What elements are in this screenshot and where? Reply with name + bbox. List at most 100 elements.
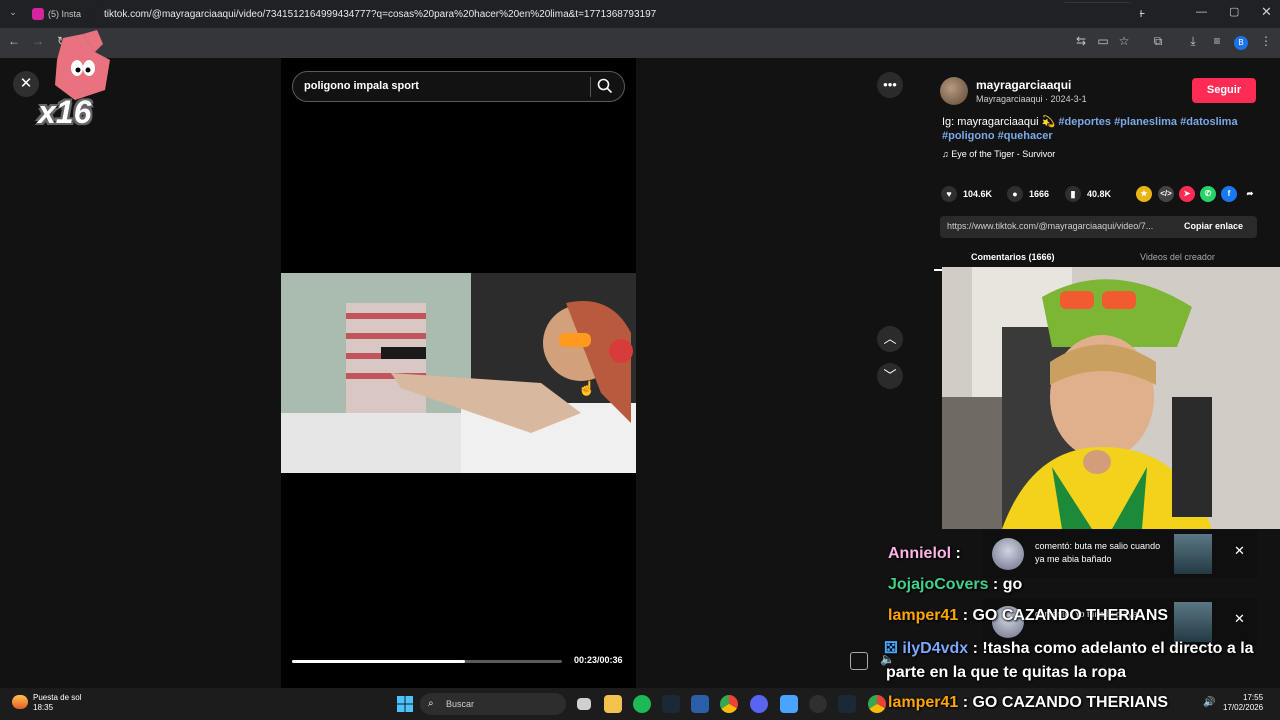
video-frame [281,273,636,473]
tab-search-icon[interactable]: ⌄ [6,7,20,21]
minimize-button[interactable]: — [1196,6,1207,18]
next-video-button[interactable]: ﹀ [877,363,903,389]
search-icon[interactable] [597,78,613,94]
hashtag[interactable]: #quehacer [998,130,1053,142]
more-options-button[interactable]: ••• [877,72,903,98]
profile-avatar[interactable]: B [1234,36,1248,50]
streamer-webcam [942,267,1280,529]
chrome-icon[interactable] [720,695,738,713]
discord-icon[interactable] [750,695,768,713]
sticker-multiplier-label: x16 [38,94,92,130]
hashtag[interactable]: #datoslima [1180,116,1237,128]
close-window-button[interactable]: ✕ [1261,4,1272,20]
steam-icon[interactable] [662,695,680,713]
webcam-illustration [942,267,1280,529]
save-stat[interactable]: ▮ 40.8K [1065,186,1111,202]
like-stat[interactable]: ♥ 104.6K [941,186,992,202]
chat-message: parte en la que te quitas la ropa [886,664,1127,681]
search-input[interactable]: poligono impala sport [292,71,625,102]
chat-line: lamper41 : GO CAZANDO THERIANS [888,607,1168,625]
downloads-icon[interactable]: ⤓ [1185,34,1201,49]
facebook-icon[interactable]: f [1221,186,1237,202]
weather-time: 18:35 [33,703,54,712]
system-clock[interactable]: 17:55 17/02/2026 [1223,693,1263,713]
chat-message: : !tasha como adelanto el directo a la [968,640,1254,657]
video-frame-illustration [281,273,636,473]
chat-message: : [951,545,961,562]
comment-notification[interactable]: comentó: buta me salio cuando ya me abia… [982,530,1257,578]
hashtag[interactable]: #deportes [1058,116,1111,128]
chat-line: ⚄ ilyD4vdx : !tasha como adelanto el dir… [884,638,1254,658]
volume-tray-icon[interactable]: 🔊 [1203,697,1215,708]
obs-icon[interactable] [809,695,827,713]
forward-share-icon[interactable]: ➦ [1242,186,1258,202]
comment-stat[interactable]: ● 1666 [1007,186,1049,202]
cast-icon[interactable]: ▭ [1095,34,1111,48]
browser-tab[interactable]: (5) Insta✕ [26,2,100,26]
chrome-icon[interactable] [868,695,886,713]
comment-count: 1666 [1029,189,1050,199]
close-icon[interactable]: ✕ [1234,543,1245,559]
tab-comments[interactable]: Comentarios (1666) [971,252,1055,262]
heart-icon: ♥ [941,186,957,202]
media-icon[interactable]: ≡ [1209,34,1225,48]
maximize-button[interactable]: ▢ [1229,5,1239,18]
chat-username: ilyD4vdx [902,640,969,657]
share-link[interactable]: https://www.tiktok.com/@mayragarciaaqui/… [947,221,1173,231]
windows-start-icon[interactable] [397,696,413,712]
tab-creator-videos[interactable]: Videos del creador [1140,252,1215,262]
coin-icon[interactable]: ★ [1136,186,1152,202]
whatsapp-icon[interactable]: ✆ [1200,186,1216,202]
weather-widget[interactable]: Puesta de sol 18:35 [33,693,81,713]
cursor-hand-icon: ☝ [578,380,596,396]
notification-avatar [992,538,1024,570]
close-video-button[interactable]: ✕ [13,71,39,97]
creator-username[interactable]: mayragarciaaqui [976,78,1071,92]
browser-menu-icon[interactable]: ⋮ [1258,34,1274,48]
chat-message: : GO CAZANDO THERIANS [958,694,1169,711]
comment-icon: ● [1007,186,1023,202]
picture-in-picture-icon[interactable] [850,652,868,670]
music-note-icon: ♫ [942,149,952,159]
embed-icon[interactable]: </> [1158,186,1174,202]
chat-username: Annielol [888,545,952,562]
hashtag[interactable]: #planeslima [1114,116,1177,128]
video-description: Ig: mayragarciaaqui 💫 #deportes #planesl… [942,115,1242,143]
close-icon[interactable]: ✕ [1234,611,1245,627]
search-divider [590,77,591,97]
video-timecode: 00:23/00:36 [574,655,623,665]
steam-icon[interactable] [838,695,856,713]
creator-subline: Mayragarciaaqui · 2024-3-1 [976,94,1087,104]
app-icon[interactable] [691,695,709,713]
chat-username: lamper41 [888,607,959,624]
notification-text: comentó: buta me salio cuando ya me abia… [1035,541,1161,564]
weather-icon [12,695,28,709]
chat-line: JojajoCovers : go [888,576,1022,594]
tab-label: (5) Insta [48,9,82,19]
back-icon[interactable]: ← [6,34,22,48]
follow-button[interactable]: Seguir [1192,78,1256,103]
spotify-icon[interactable] [633,695,651,713]
address-bar[interactable]: tiktok.com/@mayragarciaaqui/video/734151… [90,3,1140,27]
clock-date: 17/02/2026 [1223,703,1264,712]
extensions-icon[interactable]: ⧉ [1150,34,1166,49]
music-title: Eye of the Tiger - Survivor [951,149,1056,159]
video-progress-bar[interactable] [292,660,562,663]
copy-link-button[interactable]: Copiar enlace [1184,221,1243,231]
bookmark-icon: ▮ [1065,186,1081,202]
task-view-icon[interactable] [577,698,591,710]
translate-icon[interactable]: ⇆ [1073,34,1089,48]
send-icon[interactable]: ➤ [1179,186,1195,202]
chat-message: : GO CAZANDO THERIANS [958,607,1169,624]
notification-thumbnail [1174,602,1212,642]
taskbar-search[interactable]: Buscar [420,693,566,715]
bookmark-star-icon[interactable]: ☆ [1116,34,1132,48]
creator-display-name: Mayragarciaaqui [976,94,1043,104]
file-explorer-icon[interactable] [604,695,622,713]
hashtag[interactable]: #poligono [942,130,995,142]
music-info[interactable]: ♫ Eye of the Tiger - Survivor [942,149,1055,159]
previous-video-button[interactable]: ︿ [877,326,903,352]
notes-icon[interactable] [780,695,798,713]
chat-username: JojajoCovers [888,576,989,593]
creator-avatar[interactable] [940,77,968,105]
